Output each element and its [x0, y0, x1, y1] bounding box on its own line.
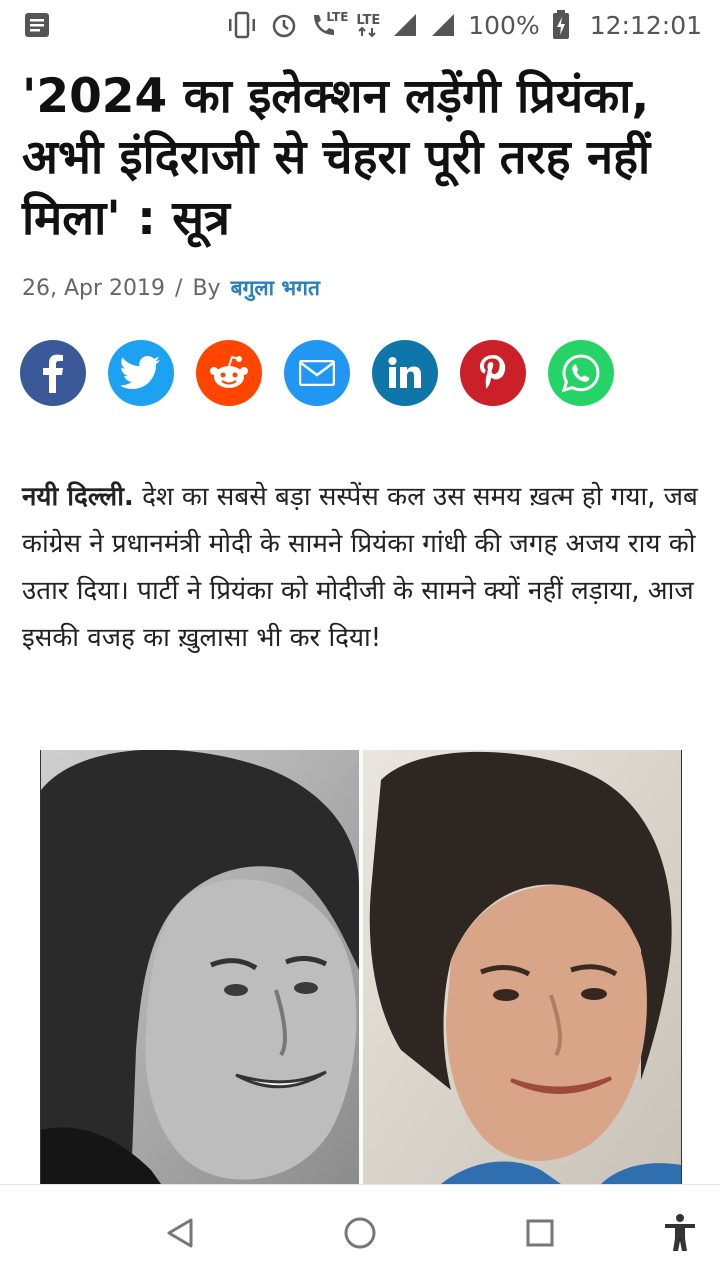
meta-separator: /: [175, 275, 183, 301]
share-email-button[interactable]: [284, 340, 350, 406]
navigation-bar: [0, 1184, 720, 1281]
alarm-icon: [270, 11, 298, 39]
whatsapp-icon: [561, 354, 600, 393]
back-icon: [167, 1218, 193, 1248]
share-twitter-button[interactable]: [108, 340, 174, 406]
signal-icon: [392, 12, 418, 38]
linkedin-icon: [388, 357, 421, 388]
signal-icon-2: [430, 12, 456, 38]
article-image: [40, 750, 682, 1184]
lte-data-icon: LTE: [356, 14, 380, 37]
article-headline: '2024 का इलेक्शन लड़ेंगी प्रियंका, अभी इ…: [22, 69, 651, 246]
recents-icon: [526, 1219, 554, 1247]
article-meta: 26, Apr 2019 / By बगुला भगत: [22, 274, 320, 302]
author-link[interactable]: बगुला भगत: [231, 274, 320, 302]
lte-label-2: LTE: [356, 12, 381, 28]
by-label: By: [192, 275, 221, 301]
back-button[interactable]: [158, 1211, 202, 1255]
share-linkedin-button[interactable]: [372, 340, 438, 406]
twitter-icon: [121, 356, 160, 389]
volte-call-icon: LTE: [310, 11, 348, 39]
battery-percent: 100%: [468, 10, 540, 40]
accessibility-icon: [665, 1214, 695, 1251]
share-pinterest-button[interactable]: [460, 340, 526, 406]
publish-date: 26, Apr 2019: [22, 275, 166, 301]
accessibility-button[interactable]: [658, 1211, 702, 1255]
reddit-icon: [210, 355, 248, 388]
vibrate-icon: [226, 11, 258, 39]
home-icon: [344, 1217, 376, 1249]
share-reddit-button[interactable]: [196, 340, 262, 406]
left-portrait: [41, 750, 360, 1184]
recents-button[interactable]: [518, 1211, 562, 1255]
email-icon: [299, 360, 335, 386]
facebook-icon: [43, 354, 63, 393]
clock: 12:12:01: [589, 10, 702, 40]
right-portrait: [363, 750, 681, 1184]
battery-charging-icon: [552, 10, 570, 40]
notification-icon: [24, 12, 50, 42]
home-button[interactable]: [338, 1211, 382, 1255]
lte-label: LTE: [326, 10, 349, 24]
status-bar: LTE LTE 100% 12:12:01: [0, 0, 720, 50]
share-facebook-button[interactable]: [20, 340, 86, 406]
dateline: नयी दिल्ली.: [22, 482, 134, 512]
article-body: नयी दिल्ली. देश का सबसे बड़ा सस्पेंस कल …: [22, 474, 702, 662]
pinterest-icon: [480, 355, 506, 389]
share-whatsapp-button[interactable]: [548, 340, 614, 406]
